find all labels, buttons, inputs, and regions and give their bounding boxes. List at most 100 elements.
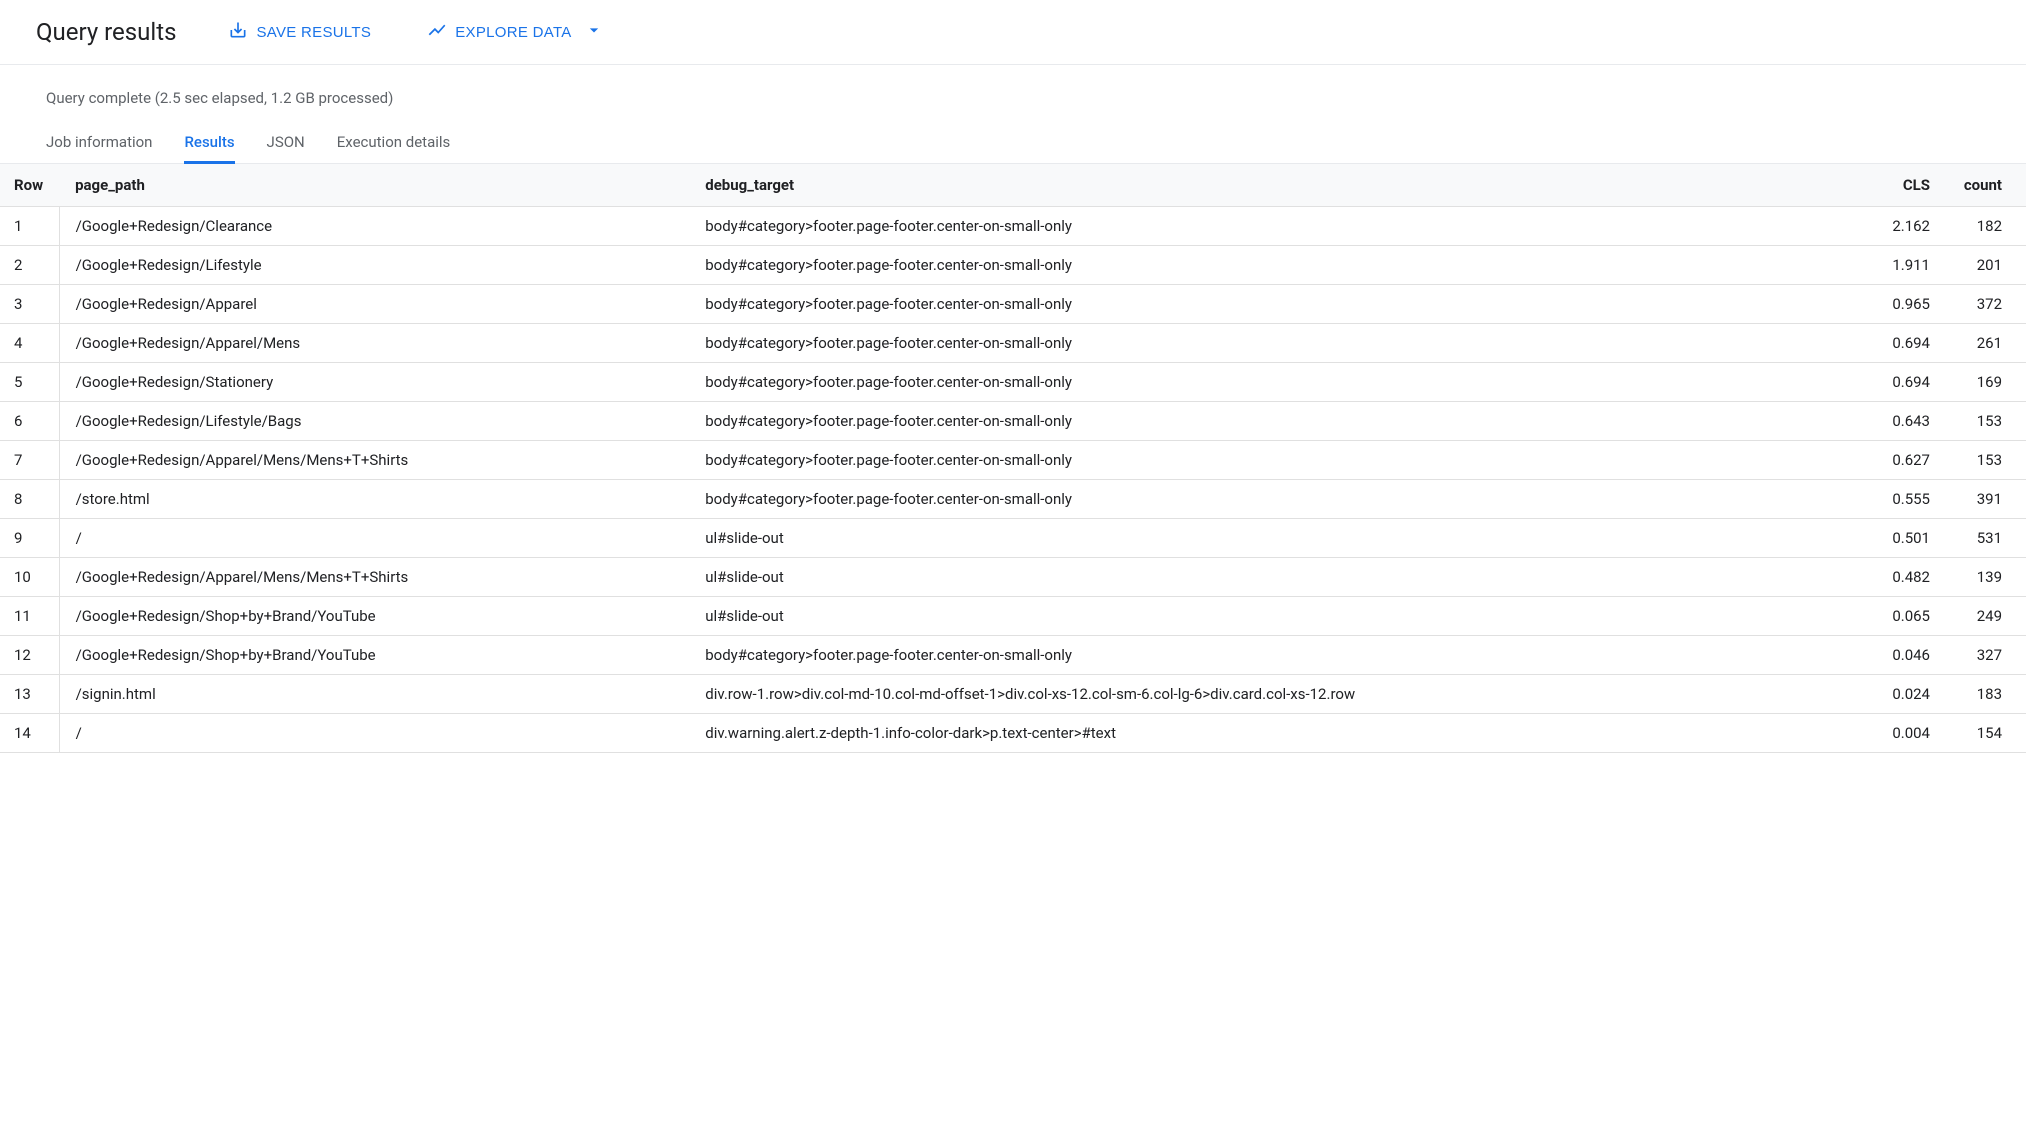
table-row[interactable]: 3/Google+Redesign/Apparelbody#category>f… — [0, 285, 2026, 324]
cell-debug-target: body#category>footer.page-footer.center-… — [689, 402, 1866, 441]
tab-json[interactable]: JSON — [267, 123, 305, 163]
save-results-button[interactable]: SAVE RESULTS — [224, 12, 375, 52]
explore-data-label: EXPLORE DATA — [455, 24, 571, 41]
table-row[interactable]: 7/Google+Redesign/Apparel/Mens/Mens+T+Sh… — [0, 441, 2026, 480]
cell-page-path: /Google+Redesign/Apparel/Mens/Mens+T+Shi… — [59, 441, 689, 480]
cell-debug-target: div.row-1.row>div.col-md-10.col-md-offse… — [689, 675, 1866, 714]
results-table: Row page_path debug_target CLS count 1/G… — [0, 164, 2026, 753]
cell-page-path: /Google+Redesign/Stationery — [59, 363, 689, 402]
table-row[interactable]: 8/store.htmlbody#category>footer.page-fo… — [0, 480, 2026, 519]
cell-debug-target: ul#slide-out — [689, 519, 1866, 558]
tab-execution-details[interactable]: Execution details — [337, 123, 451, 163]
explore-data-button[interactable]: EXPLORE DATA — [423, 12, 607, 52]
cell-debug-target: body#category>footer.page-footer.center-… — [689, 324, 1866, 363]
cell-cls: 0.004 — [1866, 714, 1946, 753]
page-title: Query results — [36, 18, 176, 46]
cell-row: 12 — [0, 636, 59, 675]
cell-page-path: /Google+Redesign/Shop+by+Brand/YouTube — [59, 597, 689, 636]
cell-debug-target: body#category>footer.page-footer.center-… — [689, 246, 1866, 285]
chevron-down-icon — [584, 20, 604, 44]
col-header-cls[interactable]: CLS — [1866, 164, 1946, 207]
cell-row: 4 — [0, 324, 59, 363]
cell-debug-target: ul#slide-out — [689, 597, 1866, 636]
table-row[interactable]: 12/Google+Redesign/Shop+by+Brand/YouTube… — [0, 636, 2026, 675]
cell-row: 6 — [0, 402, 59, 441]
cell-cls: 0.482 — [1866, 558, 1946, 597]
table-row[interactable]: 4/Google+Redesign/Apparel/Mensbody#categ… — [0, 324, 2026, 363]
table-body: 1/Google+Redesign/Clearancebody#category… — [0, 207, 2026, 753]
cell-page-path: /Google+Redesign/Apparel — [59, 285, 689, 324]
cell-count: 183 — [1946, 675, 2026, 714]
download-icon — [228, 20, 248, 44]
cell-cls: 0.627 — [1866, 441, 1946, 480]
cell-count: 391 — [1946, 480, 2026, 519]
cell-row: 1 — [0, 207, 59, 246]
cell-count: 139 — [1946, 558, 2026, 597]
cell-row: 2 — [0, 246, 59, 285]
cell-count: 531 — [1946, 519, 2026, 558]
cell-count: 249 — [1946, 597, 2026, 636]
cell-row: 10 — [0, 558, 59, 597]
cell-cls: 0.694 — [1866, 363, 1946, 402]
cell-row: 3 — [0, 285, 59, 324]
cell-page-path: /signin.html — [59, 675, 689, 714]
cell-count: 182 — [1946, 207, 2026, 246]
cell-debug-target: body#category>footer.page-footer.center-… — [689, 441, 1866, 480]
cell-row: 9 — [0, 519, 59, 558]
cell-page-path: /Google+Redesign/Shop+by+Brand/YouTube — [59, 636, 689, 675]
cell-cls: 0.694 — [1866, 324, 1946, 363]
cell-row: 8 — [0, 480, 59, 519]
tab-job-information[interactable]: Job information — [46, 123, 152, 163]
chart-icon — [427, 20, 447, 44]
cell-debug-target: body#category>footer.page-footer.center-… — [689, 207, 1866, 246]
cell-cls: 0.065 — [1866, 597, 1946, 636]
table-row[interactable]: 11/Google+Redesign/Shop+by+Brand/YouTube… — [0, 597, 2026, 636]
cell-count: 153 — [1946, 441, 2026, 480]
table-row[interactable]: 9/ul#slide-out0.501531 — [0, 519, 2026, 558]
table-row[interactable]: 13/signin.htmldiv.row-1.row>div.col-md-1… — [0, 675, 2026, 714]
cell-page-path: /Google+Redesign/Clearance — [59, 207, 689, 246]
cell-page-path: /Google+Redesign/Apparel/Mens — [59, 324, 689, 363]
query-status-text: Query complete (2.5 sec elapsed, 1.2 GB … — [46, 89, 1990, 107]
cell-page-path: /store.html — [59, 480, 689, 519]
col-header-debug-target[interactable]: debug_target — [689, 164, 1866, 207]
cell-cls: 0.024 — [1866, 675, 1946, 714]
col-header-row[interactable]: Row — [0, 164, 59, 207]
cell-debug-target: body#category>footer.page-footer.center-… — [689, 285, 1866, 324]
cell-cls: 0.046 — [1866, 636, 1946, 675]
cell-debug-target: body#category>footer.page-footer.center-… — [689, 636, 1866, 675]
cell-page-path: /Google+Redesign/Lifestyle — [59, 246, 689, 285]
cell-row: 11 — [0, 597, 59, 636]
cell-cls: 1.911 — [1866, 246, 1946, 285]
cell-count: 153 — [1946, 402, 2026, 441]
cell-page-path: / — [59, 714, 689, 753]
cell-page-path: /Google+Redesign/Lifestyle/Bags — [59, 402, 689, 441]
tabs-bar: Job information Results JSON Execution deta… — [0, 123, 2026, 164]
status-area: Query complete (2.5 sec elapsed, 1.2 GB … — [0, 65, 2026, 107]
cell-cls: 0.555 — [1866, 480, 1946, 519]
cell-row: 14 — [0, 714, 59, 753]
table-row[interactable]: 6/Google+Redesign/Lifestyle/Bagsbody#cat… — [0, 402, 2026, 441]
col-header-count[interactable]: count — [1946, 164, 2026, 207]
cell-debug-target: body#category>footer.page-footer.center-… — [689, 363, 1866, 402]
cell-row: 13 — [0, 675, 59, 714]
table-row[interactable]: 5/Google+Redesign/Stationerybody#categor… — [0, 363, 2026, 402]
cell-cls: 2.162 — [1866, 207, 1946, 246]
table-row[interactable]: 10/Google+Redesign/Apparel/Mens/Mens+T+S… — [0, 558, 2026, 597]
table-row[interactable]: 1/Google+Redesign/Clearancebody#category… — [0, 207, 2026, 246]
cell-page-path: /Google+Redesign/Apparel/Mens/Mens+T+Shi… — [59, 558, 689, 597]
table-header: Row page_path debug_target CLS count — [0, 164, 2026, 207]
tab-results[interactable]: Results — [184, 123, 234, 163]
table-row[interactable]: 2/Google+Redesign/Lifestylebody#category… — [0, 246, 2026, 285]
table-row[interactable]: 14/div.warning.alert.z-depth-1.info-colo… — [0, 714, 2026, 753]
cell-debug-target: body#category>footer.page-footer.center-… — [689, 480, 1866, 519]
col-header-page-path[interactable]: page_path — [59, 164, 689, 207]
cell-page-path: / — [59, 519, 689, 558]
cell-row: 7 — [0, 441, 59, 480]
cell-count: 372 — [1946, 285, 2026, 324]
cell-cls: 0.965 — [1866, 285, 1946, 324]
cell-count: 327 — [1946, 636, 2026, 675]
cell-cls: 0.643 — [1866, 402, 1946, 441]
cell-row: 5 — [0, 363, 59, 402]
save-results-label: SAVE RESULTS — [256, 24, 371, 41]
